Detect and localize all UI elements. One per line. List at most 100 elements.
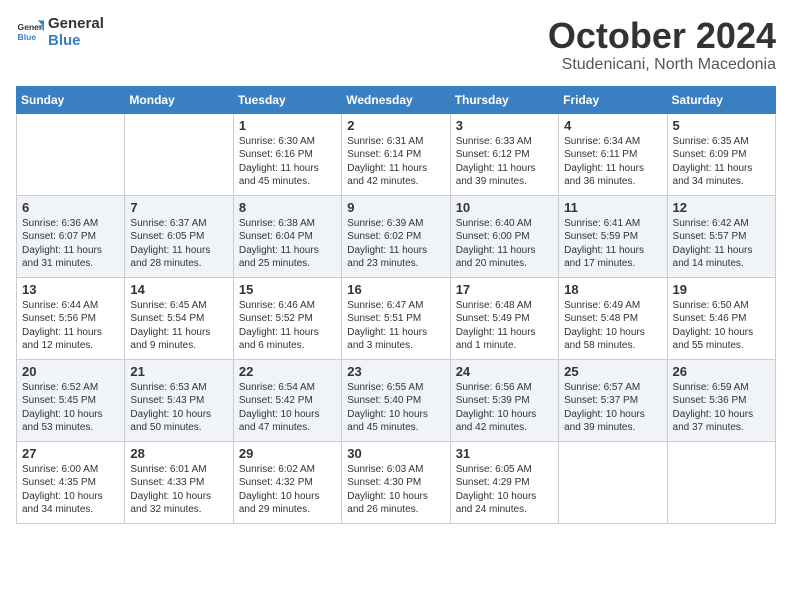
calendar-cell: 18 Sunrise: 6:49 AM Sunset: 5:48 PM Dayl… [559, 277, 667, 359]
day-info: Sunrise: 6:39 AM Sunset: 6:02 PM Dayligh… [347, 217, 444, 271]
sunrise-time: Sunrise: 6:39 AM [347, 218, 423, 229]
calendar-cell: 14 Sunrise: 6:45 AM Sunset: 5:54 PM Dayl… [125, 277, 233, 359]
sunrise-time: Sunrise: 6:46 AM [239, 300, 315, 311]
sunset-time: Sunset: 4:29 PM [456, 477, 530, 488]
sunrise-time: Sunrise: 6:40 AM [456, 218, 532, 229]
sunset-time: Sunset: 5:42 PM [239, 395, 313, 406]
day-info: Sunrise: 6:59 AM Sunset: 5:36 PM Dayligh… [673, 381, 770, 435]
sunset-time: Sunset: 6:02 PM [347, 231, 421, 242]
day-info: Sunrise: 6:37 AM Sunset: 6:05 PM Dayligh… [130, 217, 227, 271]
day-number: 24 [456, 364, 553, 379]
day-info: Sunrise: 6:33 AM Sunset: 6:12 PM Dayligh… [456, 135, 553, 189]
day-number: 21 [130, 364, 227, 379]
day-number: 23 [347, 364, 444, 379]
daylight-hours: Daylight: 10 hours and 32 minutes. [130, 491, 211, 516]
sunset-time: Sunset: 5:56 PM [22, 313, 96, 324]
calendar-cell: 9 Sunrise: 6:39 AM Sunset: 6:02 PM Dayli… [342, 195, 450, 277]
sunrise-time: Sunrise: 6:44 AM [22, 300, 98, 311]
day-number: 20 [22, 364, 119, 379]
sunset-time: Sunset: 6:00 PM [456, 231, 530, 242]
calendar-cell: 10 Sunrise: 6:40 AM Sunset: 6:00 PM Dayl… [450, 195, 558, 277]
day-info: Sunrise: 6:57 AM Sunset: 5:37 PM Dayligh… [564, 381, 661, 435]
day-info: Sunrise: 6:31 AM Sunset: 6:14 PM Dayligh… [347, 135, 444, 189]
calendar-table: SundayMondayTuesdayWednesdayThursdayFrid… [16, 86, 776, 524]
logo-wordmark: General Blue [48, 16, 104, 49]
sunrise-time: Sunrise: 6:42 AM [673, 218, 749, 229]
daylight-hours: Daylight: 10 hours and 53 minutes. [22, 409, 103, 434]
daylight-hours: Daylight: 10 hours and 39 minutes. [564, 409, 645, 434]
daylight-hours: Daylight: 11 hours and 3 minutes. [347, 327, 427, 352]
calendar-week-row: 20 Sunrise: 6:52 AM Sunset: 5:45 PM Dayl… [17, 359, 776, 441]
sunrise-time: Sunrise: 6:56 AM [456, 382, 532, 393]
calendar-cell [559, 441, 667, 523]
day-number: 1 [239, 118, 336, 133]
day-number: 7 [130, 200, 227, 215]
daylight-hours: Daylight: 10 hours and 34 minutes. [22, 491, 103, 516]
sunset-time: Sunset: 6:04 PM [239, 231, 313, 242]
sunrise-time: Sunrise: 6:41 AM [564, 218, 640, 229]
calendar-cell [667, 441, 775, 523]
sunset-time: Sunset: 5:57 PM [673, 231, 747, 242]
day-info: Sunrise: 6:36 AM Sunset: 6:07 PM Dayligh… [22, 217, 119, 271]
sunrise-time: Sunrise: 6:59 AM [673, 382, 749, 393]
calendar-week-row: 13 Sunrise: 6:44 AM Sunset: 5:56 PM Dayl… [17, 277, 776, 359]
sunrise-time: Sunrise: 6:50 AM [673, 300, 749, 311]
daylight-hours: Daylight: 10 hours and 26 minutes. [347, 491, 428, 516]
sunset-time: Sunset: 4:32 PM [239, 477, 313, 488]
daylight-hours: Daylight: 11 hours and 34 minutes. [673, 163, 753, 188]
sunset-time: Sunset: 5:46 PM [673, 313, 747, 324]
day-info: Sunrise: 6:42 AM Sunset: 5:57 PM Dayligh… [673, 217, 770, 271]
sunrise-time: Sunrise: 6:37 AM [130, 218, 206, 229]
day-info: Sunrise: 6:03 AM Sunset: 4:30 PM Dayligh… [347, 463, 444, 517]
weekday-header-saturday: Saturday [667, 86, 775, 113]
day-number: 26 [673, 364, 770, 379]
sunrise-time: Sunrise: 6:47 AM [347, 300, 423, 311]
day-info: Sunrise: 6:53 AM Sunset: 5:43 PM Dayligh… [130, 381, 227, 435]
daylight-hours: Daylight: 11 hours and 17 minutes. [564, 245, 644, 270]
day-number: 15 [239, 282, 336, 297]
sunset-time: Sunset: 6:07 PM [22, 231, 96, 242]
day-number: 19 [673, 282, 770, 297]
daylight-hours: Daylight: 11 hours and 1 minute. [456, 327, 536, 352]
sunset-time: Sunset: 5:48 PM [564, 313, 638, 324]
day-number: 5 [673, 118, 770, 133]
calendar-cell: 6 Sunrise: 6:36 AM Sunset: 6:07 PM Dayli… [17, 195, 125, 277]
day-number: 9 [347, 200, 444, 215]
calendar-cell: 20 Sunrise: 6:52 AM Sunset: 5:45 PM Dayl… [17, 359, 125, 441]
day-info: Sunrise: 6:05 AM Sunset: 4:29 PM Dayligh… [456, 463, 553, 517]
sunrise-time: Sunrise: 6:30 AM [239, 136, 315, 147]
sunrise-time: Sunrise: 6:02 AM [239, 464, 315, 475]
sunrise-time: Sunrise: 6:49 AM [564, 300, 640, 311]
sunrise-time: Sunrise: 6:45 AM [130, 300, 206, 311]
calendar-week-row: 27 Sunrise: 6:00 AM Sunset: 4:35 PM Dayl… [17, 441, 776, 523]
daylight-hours: Daylight: 11 hours and 12 minutes. [22, 327, 102, 352]
day-number: 16 [347, 282, 444, 297]
day-info: Sunrise: 6:46 AM Sunset: 5:52 PM Dayligh… [239, 299, 336, 353]
weekday-header-row: SundayMondayTuesdayWednesdayThursdayFrid… [17, 86, 776, 113]
calendar-cell: 12 Sunrise: 6:42 AM Sunset: 5:57 PM Dayl… [667, 195, 775, 277]
calendar-cell: 21 Sunrise: 6:53 AM Sunset: 5:43 PM Dayl… [125, 359, 233, 441]
day-number: 10 [456, 200, 553, 215]
svg-text:Blue: Blue [18, 32, 37, 42]
daylight-hours: Daylight: 10 hours and 29 minutes. [239, 491, 320, 516]
calendar-cell: 25 Sunrise: 6:57 AM Sunset: 5:37 PM Dayl… [559, 359, 667, 441]
day-info: Sunrise: 6:54 AM Sunset: 5:42 PM Dayligh… [239, 381, 336, 435]
calendar-cell: 7 Sunrise: 6:37 AM Sunset: 6:05 PM Dayli… [125, 195, 233, 277]
daylight-hours: Daylight: 11 hours and 36 minutes. [564, 163, 644, 188]
weekday-header-friday: Friday [559, 86, 667, 113]
sunset-time: Sunset: 4:35 PM [22, 477, 96, 488]
sunrise-time: Sunrise: 6:35 AM [673, 136, 749, 147]
logo-blue: Blue [48, 33, 104, 50]
sunrise-time: Sunrise: 6:34 AM [564, 136, 640, 147]
day-info: Sunrise: 6:34 AM Sunset: 6:11 PM Dayligh… [564, 135, 661, 189]
calendar-cell: 27 Sunrise: 6:00 AM Sunset: 4:35 PM Dayl… [17, 441, 125, 523]
sunrise-time: Sunrise: 6:05 AM [456, 464, 532, 475]
sunrise-time: Sunrise: 6:38 AM [239, 218, 315, 229]
sunset-time: Sunset: 5:37 PM [564, 395, 638, 406]
header: General Blue General Blue October 2024 S… [16, 16, 776, 74]
location-title: Studenicani, North Macedonia [548, 56, 776, 74]
day-number: 29 [239, 446, 336, 461]
daylight-hours: Daylight: 11 hours and 31 minutes. [22, 245, 102, 270]
calendar-week-row: 1 Sunrise: 6:30 AM Sunset: 6:16 PM Dayli… [17, 113, 776, 195]
daylight-hours: Daylight: 10 hours and 58 minutes. [564, 327, 645, 352]
